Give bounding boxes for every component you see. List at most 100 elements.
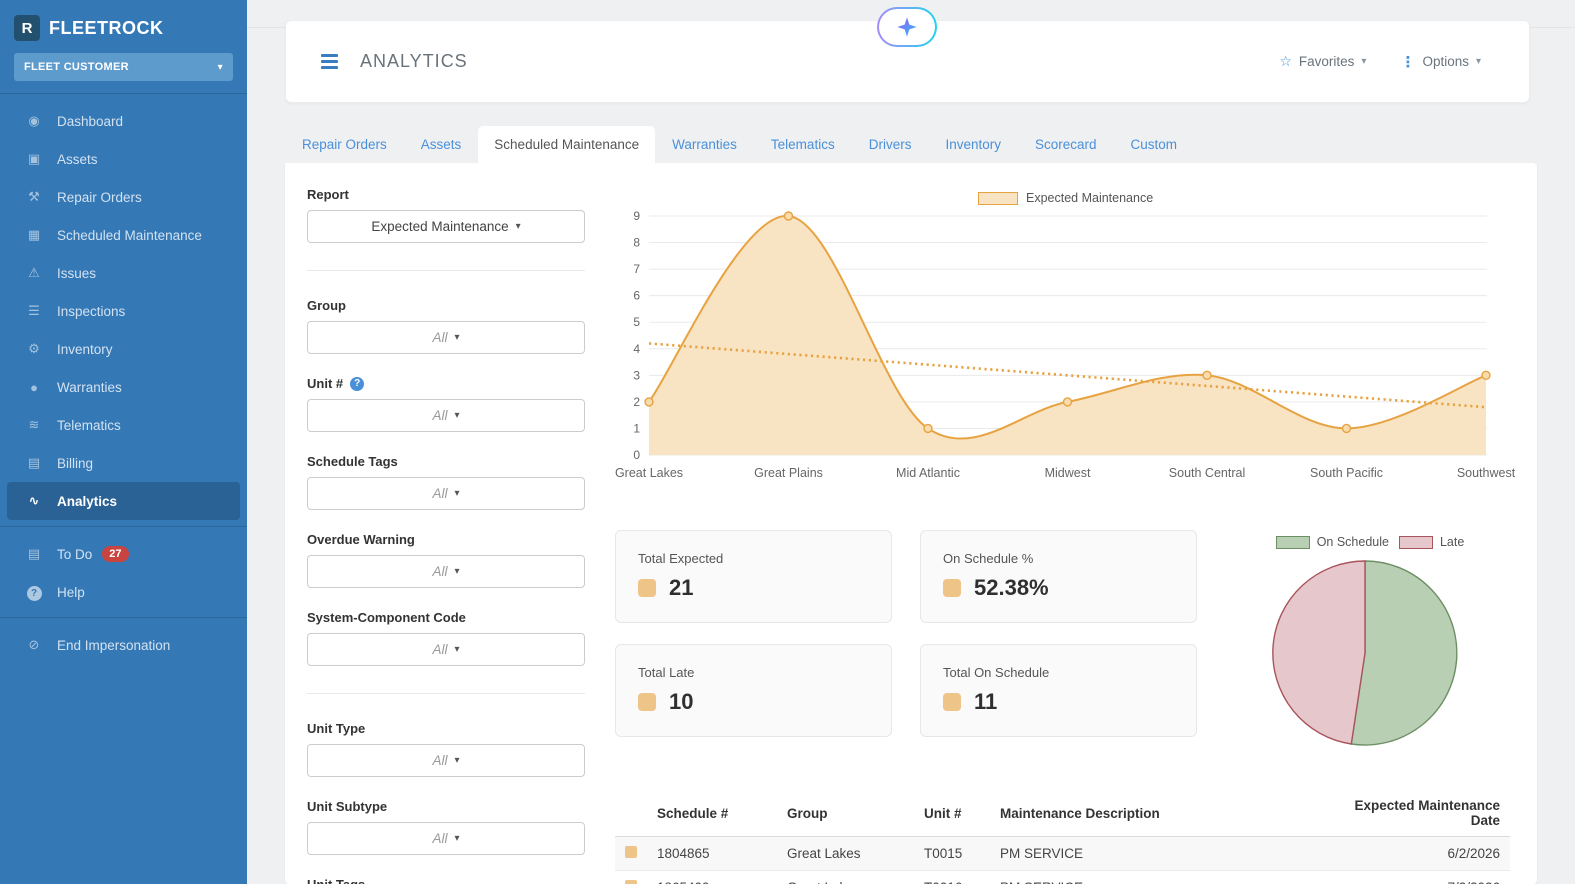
cell-schedule: 1865409 <box>647 870 777 884</box>
ai-assistant-button[interactable] <box>877 7 937 47</box>
svg-text:South Pacific: South Pacific <box>1310 466 1383 480</box>
wrench-icon: ⚒ <box>28 189 40 204</box>
calendar-icon: ▦ <box>27 227 41 242</box>
tab-warranties[interactable]: Warranties <box>655 126 754 163</box>
sidebar-item-help[interactable]: ? Help <box>0 573 247 611</box>
chevron-down-icon: ▾ <box>454 566 460 577</box>
todo-count-badge: 27 <box>102 546 129 562</box>
stat-card-on-schedule-pct: On Schedule % 52.38% <box>920 530 1197 623</box>
table-header-date[interactable]: Expected Maintenance Date <box>1330 790 1510 837</box>
chevron-down-icon: ▾ <box>454 755 460 766</box>
tab-telematics[interactable]: Telematics <box>754 126 852 163</box>
sidebar: R FLEETROCK FLEET CUSTOMER ▾ ◉ Dashboard… <box>0 0 247 884</box>
svg-text:South Central: South Central <box>1169 466 1245 480</box>
divider <box>307 270 585 271</box>
overdue-warning-select[interactable]: All ▾ <box>307 555 585 588</box>
cell-date: 6/2/2026 <box>1330 836 1510 871</box>
sidebar-item-inventory[interactable]: ⚙ Inventory <box>0 330 247 368</box>
sidebar-item-assets[interactable]: ▣ Assets <box>0 140 247 178</box>
sidebar-item-label: Dashboard <box>57 113 124 129</box>
group-select[interactable]: All ▾ <box>307 321 585 354</box>
tab-custom[interactable]: Custom <box>1114 126 1195 163</box>
svg-text:Great Plains: Great Plains <box>754 466 823 480</box>
chevron-down-icon: ▾ <box>1361 56 1367 67</box>
sidebar-item-inspections[interactable]: ☰ Inspections <box>0 292 247 330</box>
sidebar-item-scheduled-maintenance[interactable]: ▦ Scheduled Maintenance <box>0 216 247 254</box>
sidebar-item-dashboard[interactable]: ◉ Dashboard <box>0 102 247 140</box>
page-title: ANALYTICS <box>360 51 468 71</box>
divider <box>0 93 247 94</box>
system-component-code-select[interactable]: All ▾ <box>307 633 585 666</box>
table-row[interactable]: 1865409 Great Lakes T0016 PM SERVICE 7/3… <box>615 870 1510 884</box>
tab-scheduled-maintenance[interactable]: Scheduled Maintenance <box>478 126 656 163</box>
sidebar-item-label: Help <box>57 584 85 600</box>
options-button[interactable]: ⋮ Options ▾ <box>1400 53 1481 71</box>
svg-text:7: 7 <box>633 262 640 276</box>
legend-swatch-icon <box>978 191 1018 205</box>
help-icon[interactable]: ? <box>350 376 365 391</box>
table-header-group[interactable]: Group <box>777 790 914 837</box>
tab-repair-orders[interactable]: Repair Orders <box>285 126 404 163</box>
sidebar-item-issues[interactable]: ⚠ Issues <box>0 254 247 292</box>
sidebar-item-todo[interactable]: ▤ To Do 27 <box>0 535 247 573</box>
options-label: Options <box>1422 54 1469 69</box>
divider <box>0 617 247 618</box>
chevron-down-icon: ▾ <box>454 833 460 844</box>
sidebar-nav: ◉ Dashboard ▣ Assets ⚒ Repair Orders ▦ S… <box>0 102 247 520</box>
sidebar-item-repair-orders[interactable]: ⚒ Repair Orders <box>0 178 247 216</box>
table-header-unit[interactable]: Unit # <box>914 790 990 837</box>
stat-value: 52.38% <box>974 575 1049 600</box>
report-select[interactable]: Expected Maintenance ▾ <box>307 210 585 243</box>
favorites-button[interactable]: ☆ Favorites ▾ <box>1279 53 1366 70</box>
svg-text:3: 3 <box>633 368 640 382</box>
sidebar-item-label: To Do <box>57 546 93 562</box>
tab-scorecard[interactable]: Scorecard <box>1018 126 1114 163</box>
unit-subtype-select[interactable]: All ▾ <box>307 822 585 855</box>
cell-date: 7/3/2026 <box>1330 870 1510 884</box>
shield-icon: ● <box>30 379 38 395</box>
list-icon: ☰ <box>28 303 40 318</box>
table-row[interactable]: 1804865 Great Lakes T0015 PM SERVICE 6/2… <box>615 836 1510 871</box>
stat-label: Total Expected <box>638 551 724 566</box>
cell-group: Great Lakes <box>777 870 914 884</box>
table-header-description[interactable]: Maintenance Description <box>990 790 1330 837</box>
svg-text:4: 4 <box>633 342 640 356</box>
schedule-table: Schedule # Group Unit # Maintenance Desc… <box>615 790 1510 884</box>
chevron-down-icon: ▾ <box>515 221 521 232</box>
schedule-tags-select-value: All <box>432 486 448 501</box>
scheduled-maintenance-panel: Report Expected Maintenance ▾ Group All … <box>285 163 1537 884</box>
svg-text:8: 8 <box>633 236 640 250</box>
tab-inventory[interactable]: Inventory <box>928 126 1018 163</box>
report-select-value: Expected Maintenance <box>371 219 509 234</box>
on-schedule-pie-chart: On Schedule Late <box>1270 535 1470 753</box>
sidebar-item-warranties[interactable]: ● Warranties <box>0 368 247 406</box>
tab-drivers[interactable]: Drivers <box>852 126 929 163</box>
favorites-label: Favorites <box>1298 54 1355 69</box>
chevron-down-icon: ▾ <box>1475 56 1481 67</box>
unit-type-select[interactable]: All ▾ <box>307 744 585 777</box>
fleet-customer-selector[interactable]: FLEET CUSTOMER ▾ <box>14 53 233 81</box>
gears-icon: ⚙ <box>28 341 40 356</box>
sidebar-item-billing[interactable]: ▤ Billing <box>0 444 247 482</box>
schedule-tags-select[interactable]: All ▾ <box>307 477 585 510</box>
chevron-down-icon: ▾ <box>217 61 223 73</box>
sidebar-item-label: Inventory <box>57 341 113 357</box>
svg-text:9: 9 <box>633 209 640 223</box>
question-circle-icon: ? <box>26 585 42 601</box>
filter-label-group: Group <box>307 298 346 313</box>
stat-value: 21 <box>669 575 694 600</box>
tab-assets[interactable]: Assets <box>404 126 479 163</box>
menu-icon[interactable] <box>321 54 338 69</box>
sidebar-item-end-impersonation[interactable]: ⊘ End Impersonation <box>0 626 247 664</box>
fleetrock-logo-icon: R <box>14 15 40 41</box>
filter-label-system-component-code: System-Component Code <box>307 610 466 625</box>
filter-label-unit-subtype: Unit Subtype <box>307 799 388 814</box>
table-header-schedule[interactable]: Schedule # <box>647 790 777 837</box>
unit-select[interactable]: All ▾ <box>307 399 585 432</box>
sidebar-item-analytics[interactable]: ∿ Analytics <box>7 482 240 520</box>
brand-name: FLEETROCK <box>49 17 164 38</box>
divider <box>0 526 247 527</box>
chevron-down-icon: ▾ <box>454 332 460 343</box>
status-swatch-icon <box>625 846 637 858</box>
sidebar-item-telematics[interactable]: ≋ Telematics <box>0 406 247 444</box>
